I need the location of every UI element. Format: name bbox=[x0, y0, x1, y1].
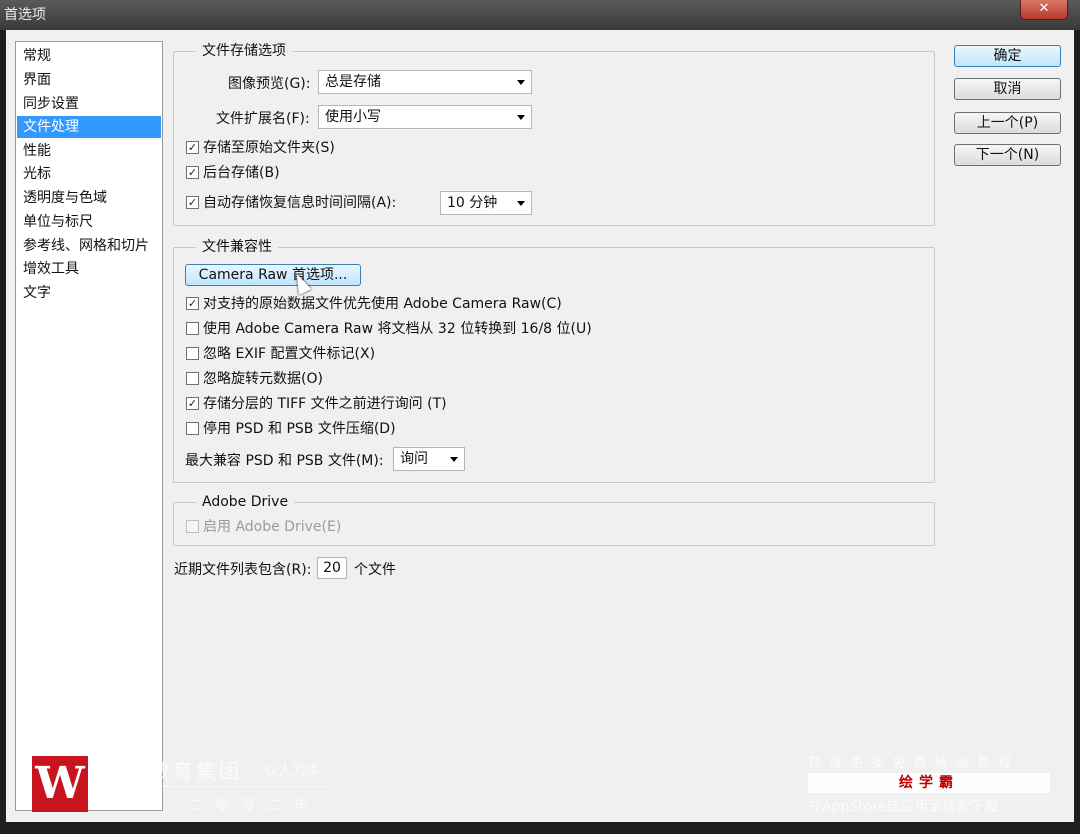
cancel-button[interactable]: 取消 bbox=[954, 78, 1061, 100]
checkbox-box[interactable]: ✓ bbox=[186, 297, 199, 310]
extension-select[interactable]: 使用小写 bbox=[318, 105, 532, 129]
checkbox-box[interactable] bbox=[186, 372, 199, 385]
chevron-down-icon bbox=[450, 457, 458, 462]
promo-brand: 绘学霸 bbox=[808, 773, 1050, 793]
next-button[interactable]: 下一个(N) bbox=[954, 144, 1061, 166]
checkbox-label: 使用 Adobe Camera Raw 将文档从 32 位转换到 16/8 位(… bbox=[203, 321, 592, 337]
file-compatibility-legend: 文件兼容性 bbox=[196, 237, 278, 257]
camera-raw-preferences-button[interactable]: Camera Raw 首选项... bbox=[185, 264, 361, 286]
checkbox-box[interactable] bbox=[186, 422, 199, 435]
watermark-logo: W bbox=[32, 756, 88, 812]
sidebar-item-sync[interactable]: 同步设置 bbox=[17, 93, 161, 115]
image-preview-select[interactable]: 总是存储 bbox=[318, 70, 532, 94]
chevron-down-icon bbox=[517, 80, 525, 85]
watermark-divider bbox=[150, 786, 328, 787]
checkbox-label: 后台存储(B) bbox=[203, 165, 280, 181]
image-preview-label: 图像预览(G): bbox=[228, 76, 311, 92]
checkbox-label: 启用 Adobe Drive(E) bbox=[203, 519, 342, 535]
watermark-year: 二 零 零 二 年 bbox=[188, 798, 312, 814]
checkbox-label: 忽略 EXIF 配置文件标记(X) bbox=[203, 346, 376, 362]
recent-files-input[interactable]: 20 bbox=[317, 557, 347, 579]
extension-value: 使用小写 bbox=[325, 109, 381, 125]
checkbox-box[interactable]: ✓ bbox=[186, 196, 199, 209]
sidebar-item-interface[interactable]: 界面 bbox=[17, 69, 161, 91]
category-list: 常规 界面 同步设置 文件处理 性能 光标 透明度与色域 单位与标尺 参考线、网… bbox=[15, 41, 163, 811]
checkbox-box[interactable]: ✓ bbox=[186, 166, 199, 179]
max-compat-label: 最大兼容 PSD 和 PSB 文件(M): bbox=[185, 453, 384, 469]
close-button[interactable]: ✕ bbox=[1020, 0, 1068, 20]
sidebar-item-plugins[interactable]: 增效工具 bbox=[17, 258, 161, 280]
auto-save-interval-select[interactable]: 10 分钟 bbox=[440, 191, 532, 215]
sidebar-item-performance[interactable]: 性能 bbox=[17, 140, 161, 162]
adobe-drive-legend: Adobe Drive bbox=[196, 492, 295, 512]
file-save-legend: 文件存储选项 bbox=[196, 41, 292, 61]
chevron-down-icon bbox=[517, 201, 525, 206]
promo-line-1: 获 得 更 多 免 费 精 品 教 程 bbox=[808, 756, 1014, 771]
checkbox-box[interactable] bbox=[186, 347, 199, 360]
promo-line-2: 在AppStore或应用宝搜索下载 bbox=[808, 799, 999, 815]
checkbox-label: 存储分层的 TIFF 文件之前进行询问 (T) bbox=[203, 396, 447, 412]
checkbox-label: 停用 PSD 和 PSB 文件压缩(D) bbox=[203, 421, 396, 437]
sidebar-item-guides[interactable]: 参考线、网格和切片 bbox=[17, 235, 161, 257]
image-preview-value: 总是存储 bbox=[325, 74, 381, 90]
checkbox-box[interactable]: ✓ bbox=[186, 397, 199, 410]
chevron-down-icon bbox=[517, 115, 525, 120]
sidebar-item-type[interactable]: 文字 bbox=[17, 282, 161, 304]
checkbox-box[interactable]: ✓ bbox=[186, 141, 199, 154]
checkbox-label: 忽略旋转元数据(O) bbox=[203, 371, 323, 387]
checkbox-box[interactable] bbox=[186, 322, 199, 335]
window-title: 首选项 bbox=[4, 7, 46, 23]
recent-files-label: 近期文件列表包含(R): bbox=[174, 562, 312, 578]
watermark-org: 教育集团 bbox=[150, 759, 242, 783]
ok-button[interactable]: 确定 bbox=[954, 45, 1061, 67]
extension-label: 文件扩展名(F): bbox=[216, 111, 310, 127]
recent-files-suffix: 个文件 bbox=[354, 562, 396, 578]
max-compat-select[interactable]: 询问 bbox=[393, 447, 465, 471]
checkbox-label: 对支持的原始数据文件优先使用 Adobe Camera Raw(C) bbox=[203, 296, 562, 312]
sidebar-item-units[interactable]: 单位与标尺 bbox=[17, 211, 161, 233]
sidebar-item-general[interactable]: 常规 bbox=[17, 45, 161, 67]
sidebar-item-cursors[interactable]: 光标 bbox=[17, 163, 161, 185]
checkbox-box bbox=[186, 520, 199, 533]
preferences-dialog: 常规 界面 同步设置 文件处理 性能 光标 透明度与色域 单位与标尺 参考线、网… bbox=[6, 30, 1074, 822]
sidebar-item-transparency[interactable]: 透明度与色域 bbox=[17, 187, 161, 209]
auto-save-interval-value: 10 分钟 bbox=[447, 195, 498, 211]
checkbox-label: 自动存储恢复信息时间间隔(A): bbox=[203, 195, 397, 211]
watermark-motto: 以人为本 bbox=[264, 763, 320, 779]
max-compat-value: 询问 bbox=[400, 451, 428, 467]
previous-button[interactable]: 上一个(P) bbox=[954, 112, 1061, 134]
title-bar: 首选项 ✕ bbox=[0, 0, 1080, 30]
sidebar-item-file-handling[interactable]: 文件处理 bbox=[17, 116, 161, 138]
checkbox-label: 存储至原始文件夹(S) bbox=[203, 140, 335, 156]
